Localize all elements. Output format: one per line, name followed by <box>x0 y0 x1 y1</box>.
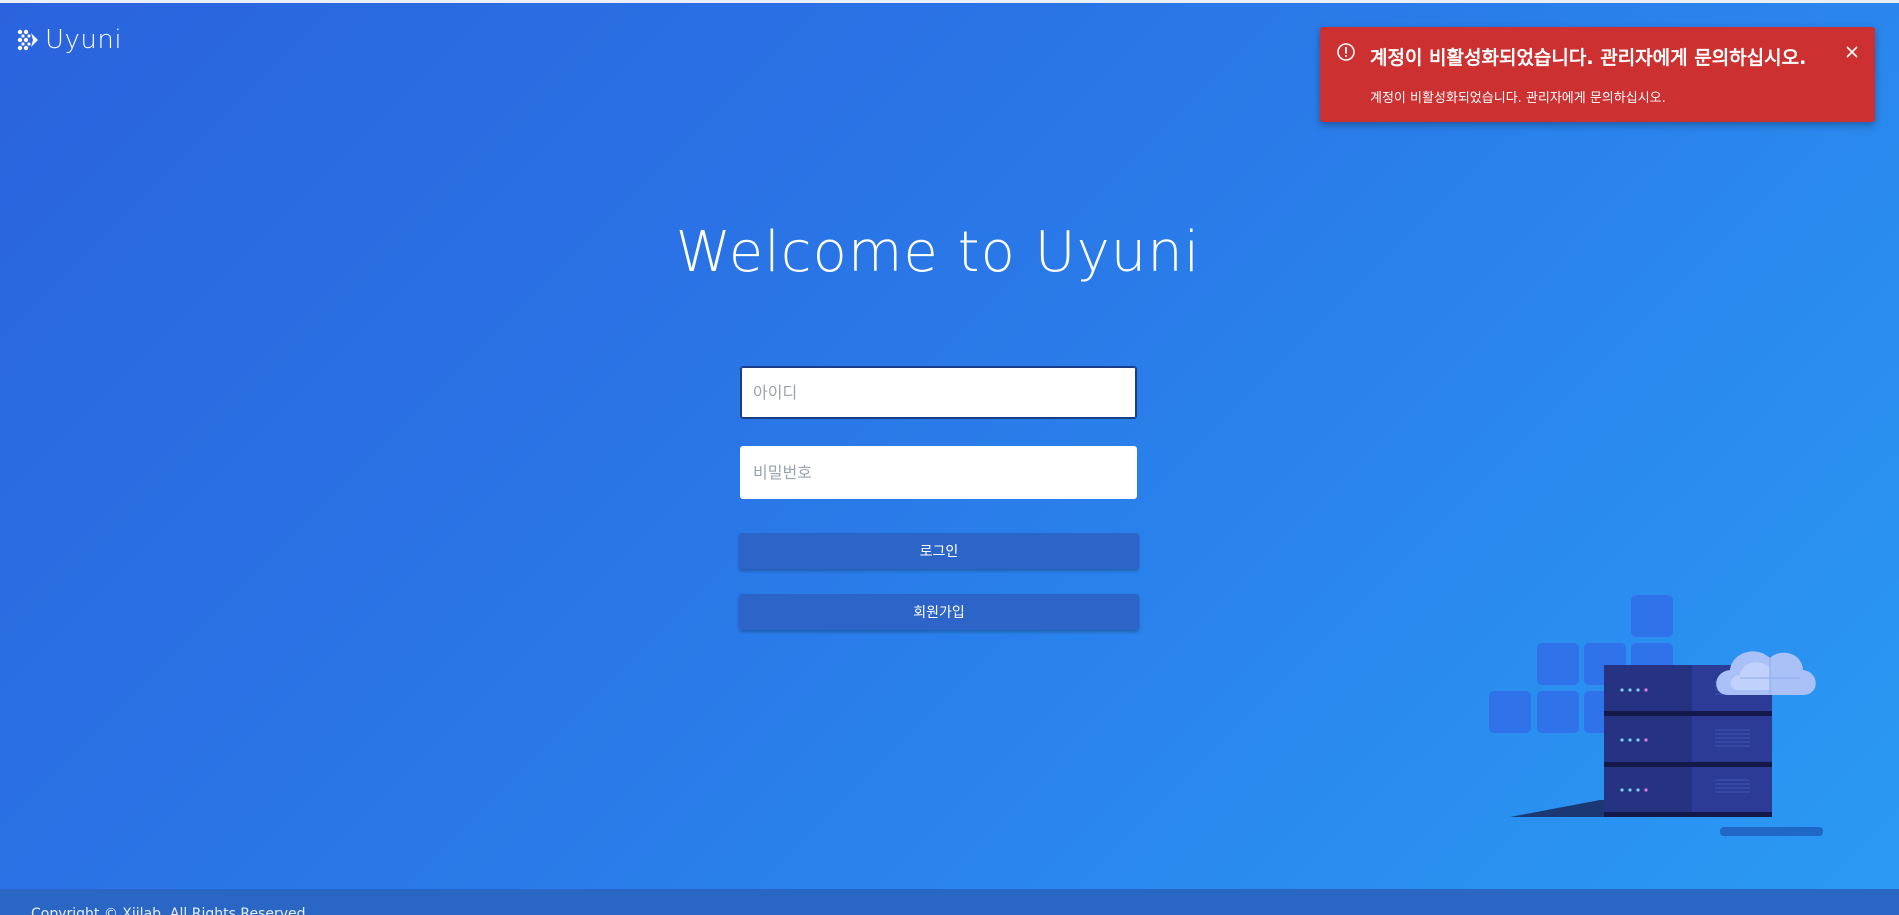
login-page: Uyuni Welcome to Uyuni 로그인 회원가입 계정이 비활성화… <box>0 0 1899 915</box>
toast-message: 계정이 비활성화되었습니다. 관리자에게 문의하십시오. <box>1370 91 1666 106</box>
toast-close-button[interactable] <box>1841 41 1863 63</box>
username-input[interactable] <box>740 366 1137 419</box>
server-cloud-illustration <box>1489 595 1823 836</box>
close-icon <box>1846 46 1858 58</box>
app-logo[interactable]: Uyuni <box>17 26 122 54</box>
error-toast: 계정이 비활성화되었습니다. 관리자에게 문의하십시오. 계정이 비활성화되었습… <box>1320 27 1875 122</box>
welcome-heading: Welcome to Uyuni <box>675 220 1201 285</box>
toast-title: 계정이 비활성화되었습니다. 관리자에게 문의하십시오. <box>1370 47 1807 69</box>
signup-button[interactable]: 회원가입 <box>739 594 1139 630</box>
logo-text: Uyuni <box>45 25 123 55</box>
alert-circle-icon <box>1337 43 1355 61</box>
login-button[interactable]: 로그인 <box>739 533 1139 569</box>
top-border <box>0 0 1899 3</box>
footer: Copyright © Xiilab. All Rights Reserved. <box>0 889 1899 915</box>
password-input[interactable] <box>740 446 1137 499</box>
footer-copyright: Copyright © Xiilab. All Rights Reserved. <box>31 906 310 915</box>
logo-mark-icon <box>17 29 38 51</box>
